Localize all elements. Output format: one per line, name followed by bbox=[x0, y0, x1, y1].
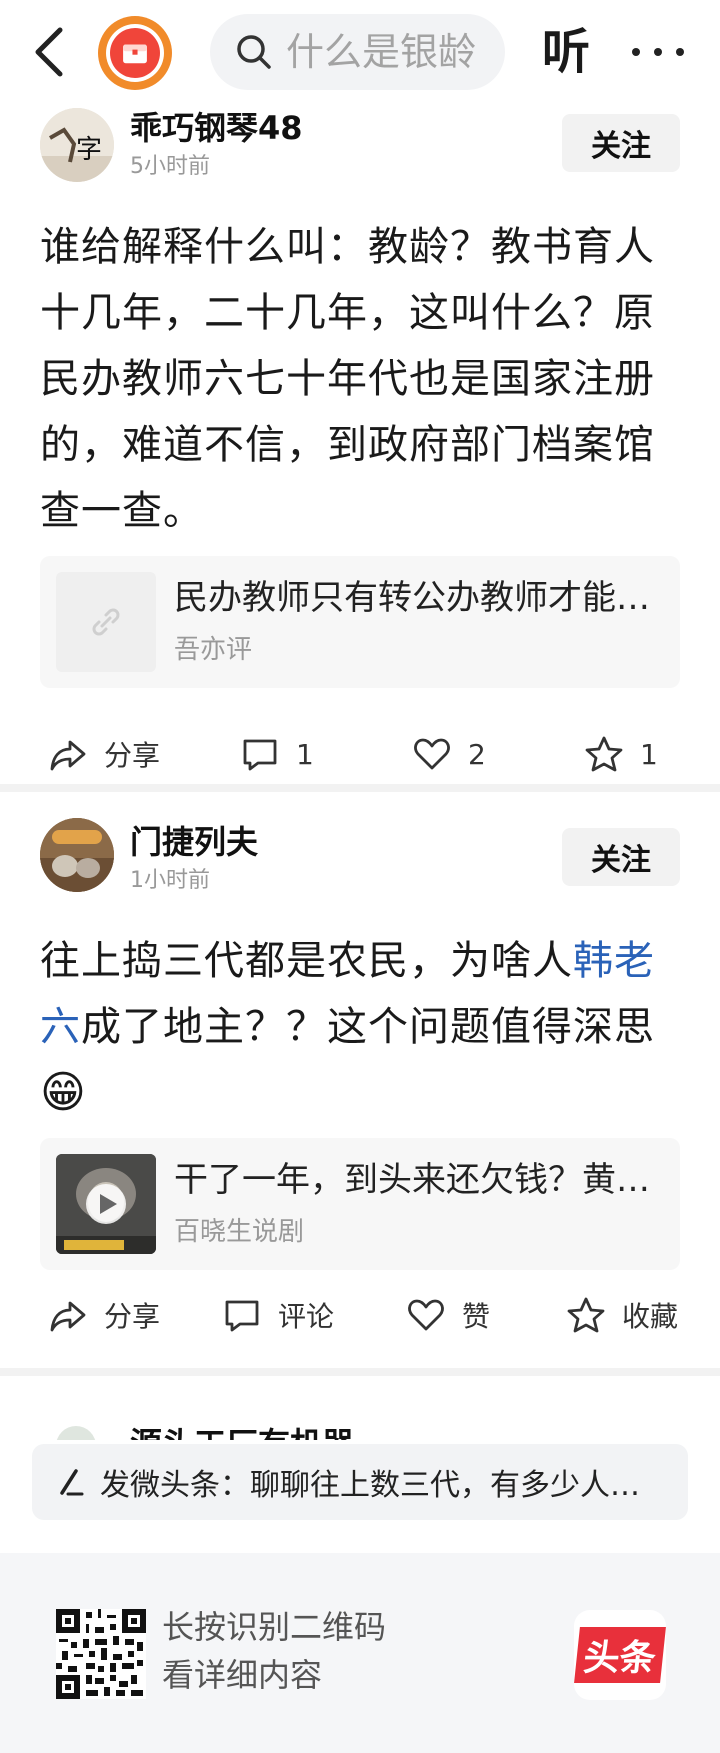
avatar[interactable] bbox=[40, 818, 114, 892]
post-divider bbox=[0, 1368, 720, 1376]
favorite-button[interactable]: 1 bbox=[584, 724, 658, 784]
post-text[interactable]: 往上捣三代都是农民，为啥人韩老六成了地主？？这个问题值得深思 😁 bbox=[40, 928, 680, 1127]
post-time: 1小时前 bbox=[130, 868, 210, 893]
share-button[interactable]: 分享 bbox=[48, 1285, 160, 1345]
video-card-source: 百晓生说剧 bbox=[174, 1217, 305, 1247]
link-icon bbox=[56, 572, 156, 672]
comment-icon bbox=[243, 739, 277, 771]
heart-icon bbox=[408, 1299, 444, 1331]
avatar bbox=[56, 1426, 96, 1440]
post-time: 5小时前 bbox=[130, 154, 210, 179]
qr-code[interactable] bbox=[56, 1609, 146, 1699]
link-card-title: 民办教师只有转公办教师才能享受教龄补贴... bbox=[174, 578, 664, 618]
share-icon bbox=[50, 1301, 86, 1332]
search-box[interactable] bbox=[210, 14, 505, 90]
video-card[interactable]: 干了一年，到头来还欠钱？黄世仁 百晓生说剧 bbox=[40, 1138, 680, 1270]
toutiao-logo[interactable]: 头条 bbox=[574, 1610, 666, 1700]
app-logo-icon[interactable] bbox=[98, 16, 172, 90]
share-footer: 长按识别二维码 看详细内容 头条 bbox=[0, 1553, 720, 1753]
search-icon bbox=[237, 35, 271, 69]
like-button[interactable]: 赞 bbox=[406, 1285, 490, 1345]
comment-icon bbox=[225, 1300, 259, 1332]
star-icon bbox=[567, 1297, 605, 1333]
top-bar: 听 bbox=[0, 0, 720, 104]
next-post-peek: 源头工厂有机器 bbox=[0, 1420, 720, 1440]
follow-button[interactable]: 关注 bbox=[562, 114, 680, 172]
link-card[interactable]: 民办教师只有转公办教师才能享受教龄补贴... 吾亦评 bbox=[40, 556, 680, 688]
pen-icon bbox=[60, 1469, 84, 1496]
author-name[interactable]: 乖巧钢琴48 bbox=[130, 108, 303, 148]
heart-icon bbox=[414, 738, 450, 770]
svg-text:字: 字 bbox=[76, 135, 102, 165]
more-options-icon[interactable] bbox=[632, 30, 684, 74]
post-actions: 分享 评论 赞 收藏 bbox=[0, 1285, 720, 1345]
author-name[interactable]: 门捷列夫 bbox=[130, 822, 258, 862]
avatar[interactable]: 字 bbox=[40, 108, 114, 182]
compose-bar[interactable]: 发微头条：聊聊往上数三代，有多少人是地主 bbox=[32, 1444, 688, 1520]
footer-qr-hint: 长按识别二维码 bbox=[162, 1608, 387, 1646]
video-card-title: 干了一年，到头来还欠钱？黄世仁 bbox=[174, 1160, 664, 1200]
author-name: 源头工厂有机器 bbox=[130, 1424, 354, 1440]
grin-emoji: 😁 bbox=[40, 1067, 87, 1118]
favorite-button[interactable]: 收藏 bbox=[566, 1285, 678, 1345]
post-divider bbox=[0, 784, 720, 792]
link-card-source: 吾亦评 bbox=[174, 635, 253, 665]
compose-prompt[interactable]: 发微头条：聊聊往上数三代，有多少人是地主 bbox=[100, 1460, 660, 1504]
like-button[interactable]: 2 bbox=[412, 724, 486, 784]
back-arrow-icon[interactable] bbox=[28, 22, 76, 82]
search-input[interactable] bbox=[284, 29, 498, 75]
star-icon bbox=[585, 736, 623, 772]
footer-detail-hint: 看详细内容 bbox=[162, 1656, 323, 1694]
feed-post: 字 乖巧钢琴48 5小时前 关注 谁给解释什么叫：教龄？教书育人十几年，二十几年… bbox=[0, 104, 720, 784]
post-actions: 分享 1 2 1 bbox=[0, 724, 720, 784]
post-text[interactable]: 谁给解释什么叫：教龄？教书育人十几年，二十几年，这叫什么？原民办教师六七十年代也… bbox=[40, 214, 680, 544]
share-icon bbox=[50, 740, 86, 771]
comment-button[interactable]: 评论 bbox=[222, 1285, 334, 1345]
follow-button[interactable]: 关注 bbox=[562, 828, 680, 886]
comment-button[interactable]: 1 bbox=[240, 724, 314, 784]
video-thumbnail bbox=[56, 1154, 156, 1254]
listen-button[interactable]: 听 bbox=[542, 18, 590, 86]
share-button[interactable]: 分享 bbox=[48, 724, 160, 784]
